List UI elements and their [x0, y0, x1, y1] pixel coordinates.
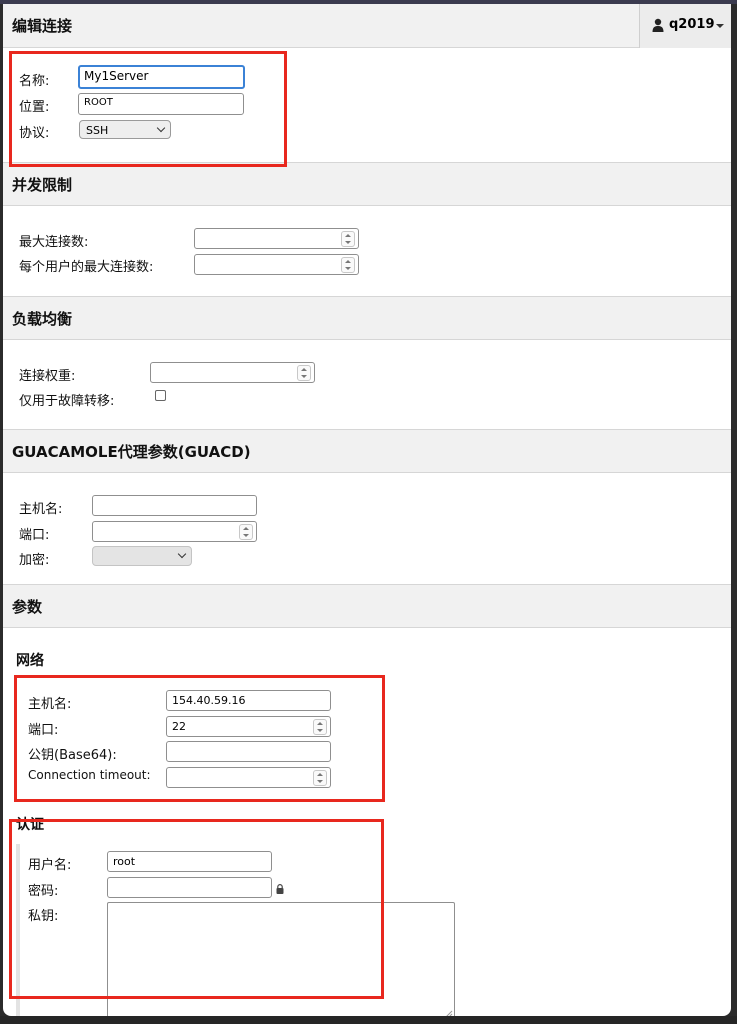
- location-field[interactable]: ROOT: [78, 93, 244, 115]
- public-key-label: 公钥(Base64):: [28, 748, 117, 763]
- lock-icon: [276, 884, 284, 894]
- auth-subsection-title: 认证: [16, 817, 44, 833]
- guacd-encryption-select[interactable]: [92, 546, 192, 566]
- guacd-section-header: GUACAMOLE代理参数(GUACD): [3, 429, 731, 473]
- page-title: 编辑连接: [12, 17, 73, 35]
- load-balancing-section-title: 负载均衡: [12, 310, 73, 328]
- page-header: 编辑连接 q2019: [3, 4, 731, 48]
- window-bottom-strip: [0, 1016, 737, 1024]
- spinner-icon[interactable]: [313, 719, 327, 735]
- guacd-hostname-input[interactable]: [92, 495, 257, 516]
- concurrency-section-header: 并发限制: [3, 162, 731, 206]
- caret-down-icon: [716, 24, 724, 28]
- private-key-textarea[interactable]: [107, 902, 455, 1016]
- protocol-selected-value: SSH: [86, 124, 109, 137]
- guacd-hostname-label: 主机名:: [19, 502, 63, 517]
- parameters-section-header: 参数: [3, 584, 731, 628]
- parameters-section-title: 参数: [12, 598, 43, 616]
- network-hostname-input[interactable]: 154.40.59.16: [166, 690, 331, 711]
- guacd-encryption-label: 加密:: [19, 553, 50, 568]
- spinner-icon[interactable]: [341, 257, 355, 273]
- protocol-label: 协议:: [19, 126, 50, 141]
- private-key-label: 私钥:: [28, 909, 59, 924]
- connection-weight-label: 连接权重:: [19, 369, 76, 384]
- network-port-input[interactable]: 22: [166, 716, 331, 737]
- spinner-icon[interactable]: [313, 770, 327, 786]
- username-label: q2019: [669, 17, 715, 32]
- auth-password-input[interactable]: [107, 877, 272, 898]
- network-hostname-label: 主机名:: [28, 697, 72, 712]
- load-balancing-section-header: 负载均衡: [3, 296, 731, 340]
- edit-connection-page: 编辑连接 q2019 名称: My1Server 位置: ROOT 协议: SS…: [3, 4, 731, 1016]
- auth-username-input[interactable]: root: [107, 851, 272, 872]
- spinner-icon[interactable]: [341, 231, 355, 247]
- public-key-input[interactable]: [166, 741, 331, 762]
- auth-username-label: 用户名:: [28, 858, 72, 873]
- chevron-down-icon: [177, 549, 187, 559]
- name-label: 名称:: [19, 74, 50, 89]
- guacd-port-input[interactable]: [92, 521, 257, 542]
- spinner-icon[interactable]: [297, 365, 311, 381]
- failover-only-label: 仅用于故障转移:: [19, 394, 115, 409]
- network-port-value: 22: [172, 720, 186, 733]
- max-connections-per-user-label: 每个用户的最大连接数:: [19, 260, 154, 275]
- connection-weight-input[interactable]: [150, 362, 315, 383]
- guacd-port-label: 端口:: [19, 528, 50, 543]
- connection-timeout-label: Connection timeout:: [28, 768, 151, 782]
- network-port-label: 端口:: [28, 723, 59, 738]
- network-subsection-title: 网络: [16, 653, 44, 669]
- location-label: 位置:: [19, 100, 50, 115]
- auth-password-label: 密码:: [28, 884, 59, 899]
- max-connections-input[interactable]: [194, 228, 359, 249]
- max-connections-per-user-input[interactable]: [194, 254, 359, 275]
- connection-timeout-input[interactable]: [166, 767, 331, 788]
- concurrency-section-title: 并发限制: [12, 176, 73, 194]
- spinner-icon[interactable]: [239, 524, 253, 540]
- guacd-section-title: GUACAMOLE代理参数(GUACD): [12, 443, 251, 461]
- max-connections-label: 最大连接数:: [19, 235, 89, 250]
- failover-only-checkbox[interactable]: [155, 390, 166, 401]
- auth-indent-bar: [16, 844, 20, 1016]
- protocol-select[interactable]: SSH: [79, 120, 171, 139]
- user-icon: [652, 18, 664, 32]
- chevron-down-icon: [156, 123, 166, 133]
- user-menu-button[interactable]: q2019: [639, 4, 731, 48]
- name-input[interactable]: My1Server: [78, 65, 245, 89]
